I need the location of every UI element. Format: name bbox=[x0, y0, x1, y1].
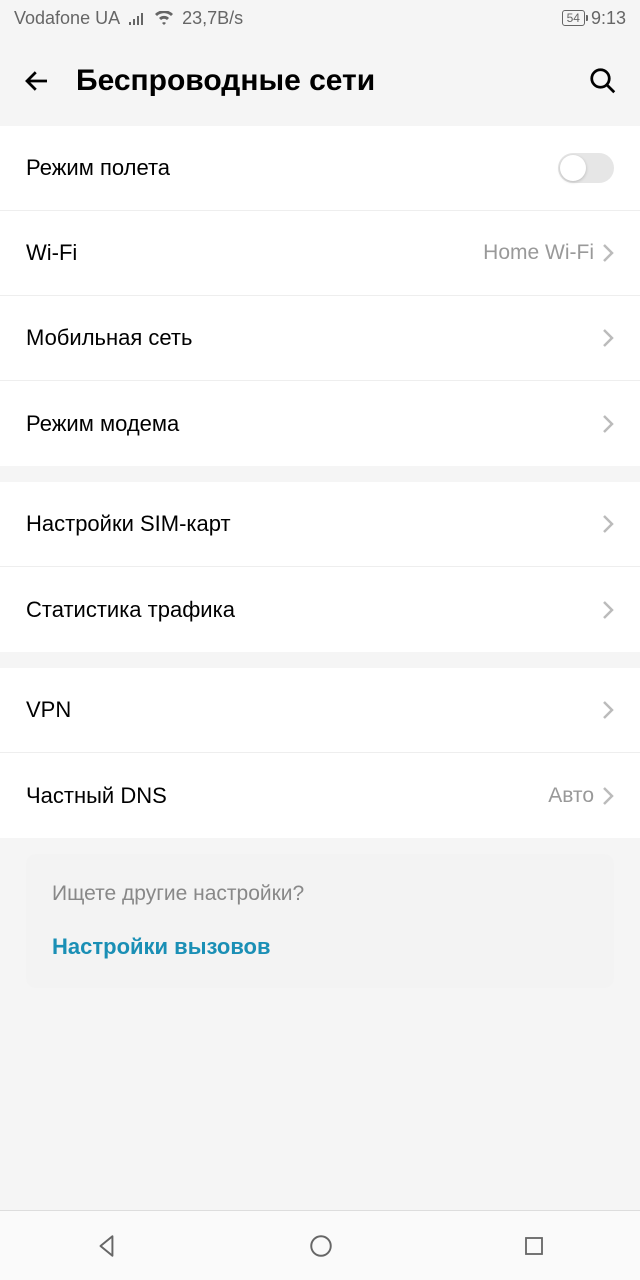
row-label: VPN bbox=[26, 697, 602, 723]
airplane-mode-toggle[interactable] bbox=[558, 153, 614, 183]
chevron-right-icon bbox=[602, 328, 614, 348]
row-label: Мобильная сеть bbox=[26, 325, 602, 351]
chevron-right-icon bbox=[602, 243, 614, 263]
nav-home-button[interactable] bbox=[308, 1233, 334, 1259]
wifi-icon bbox=[154, 11, 174, 25]
row-label: Wi-Fi bbox=[26, 240, 483, 266]
chevron-right-icon bbox=[602, 514, 614, 534]
navigation-bar bbox=[0, 1210, 640, 1280]
row-label: Настройки SIM-карт bbox=[26, 511, 602, 537]
chevron-right-icon bbox=[602, 414, 614, 434]
traffic-stats-row[interactable]: Статистика трафика bbox=[0, 567, 640, 652]
battery-icon: 54 bbox=[562, 10, 585, 26]
time-label: 9:13 bbox=[591, 8, 626, 29]
search-button[interactable] bbox=[588, 66, 618, 96]
carrier-label: Vodafone UA bbox=[14, 8, 120, 29]
mobile-network-row[interactable]: Мобильная сеть bbox=[0, 296, 640, 381]
wifi-row[interactable]: Wi-Fi Home Wi-Fi bbox=[0, 211, 640, 296]
call-settings-link[interactable]: Настройки вызовов bbox=[52, 934, 588, 960]
row-label: Режим полета bbox=[26, 155, 558, 181]
row-value: Авто bbox=[548, 784, 594, 808]
tethering-row[interactable]: Режим модема bbox=[0, 381, 640, 466]
settings-group: VPN Частный DNS Авто bbox=[0, 668, 640, 838]
signal-icon bbox=[128, 11, 146, 25]
nav-back-button[interactable] bbox=[94, 1233, 120, 1259]
back-button[interactable] bbox=[22, 66, 52, 96]
row-label: Режим модема bbox=[26, 411, 602, 437]
chevron-right-icon bbox=[602, 786, 614, 806]
hint-title: Ищете другие настройки? bbox=[52, 882, 588, 906]
airplane-mode-row[interactable]: Режим полета bbox=[0, 126, 640, 211]
row-label: Статистика трафика bbox=[26, 597, 602, 623]
sim-settings-row[interactable]: Настройки SIM-карт bbox=[0, 482, 640, 567]
hint-card: Ищете другие настройки? Настройки вызово… bbox=[26, 854, 614, 988]
settings-content: Режим полета Wi-Fi Home Wi-Fi Мобильная … bbox=[0, 126, 640, 988]
page-title: Беспроводные сети bbox=[76, 64, 564, 98]
settings-group: Режим полета Wi-Fi Home Wi-Fi Мобильная … bbox=[0, 126, 640, 466]
settings-group: Настройки SIM-карт Статистика трафика bbox=[0, 482, 640, 652]
chevron-right-icon bbox=[602, 600, 614, 620]
chevron-right-icon bbox=[602, 700, 614, 720]
row-label: Частный DNS bbox=[26, 783, 548, 809]
data-rate-label: 23,7B/s bbox=[182, 8, 243, 29]
private-dns-row[interactable]: Частный DNS Авто bbox=[0, 753, 640, 838]
status-bar: Vodafone UA 23,7B/s 54 9:13 bbox=[0, 0, 640, 36]
vpn-row[interactable]: VPN bbox=[0, 668, 640, 753]
header: Беспроводные сети bbox=[0, 36, 640, 126]
row-value: Home Wi-Fi bbox=[483, 241, 594, 265]
nav-recent-button[interactable] bbox=[522, 1234, 546, 1258]
